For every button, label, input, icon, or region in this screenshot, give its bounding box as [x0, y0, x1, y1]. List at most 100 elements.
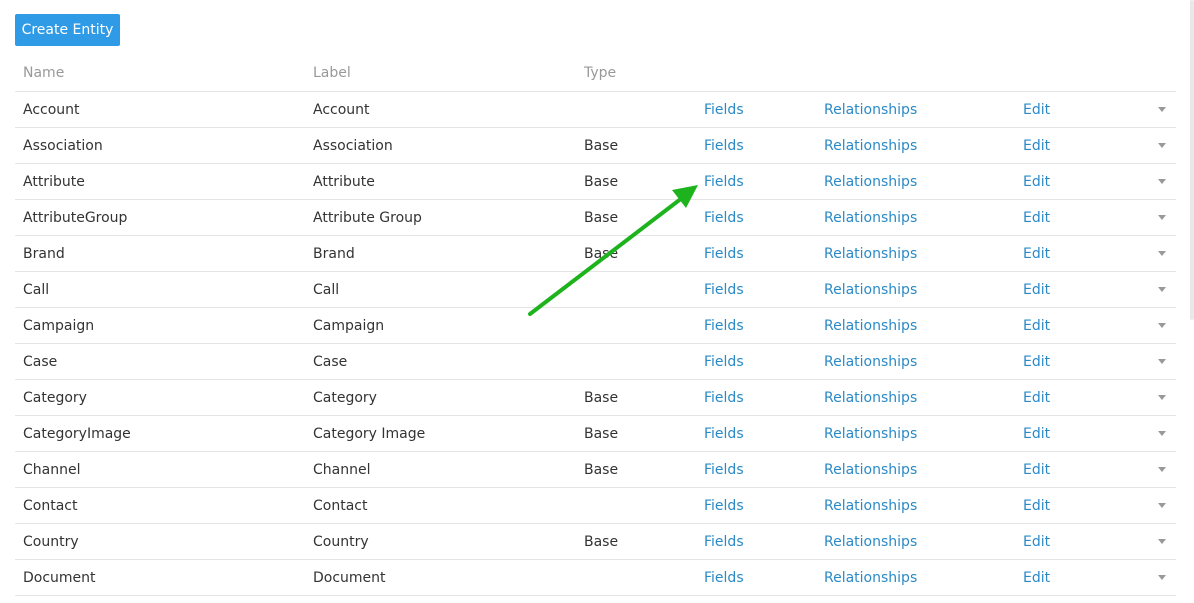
entity-name: Channel [23, 462, 81, 478]
row-dropdown-caret-icon[interactable] [1158, 359, 1166, 364]
entity-label: Category Image [313, 426, 426, 442]
relationships-link[interactable]: Relationships [824, 200, 917, 236]
edit-link[interactable]: Edit [1023, 164, 1050, 200]
scrollbar[interactable] [1190, 0, 1194, 320]
fields-link[interactable]: Fields [704, 488, 744, 524]
row-dropdown-caret-icon[interactable] [1158, 467, 1166, 472]
table-row: Campaign Campaign Fields Relationships Edit [15, 308, 1176, 344]
entity-name: Country [23, 534, 79, 550]
column-header-name[interactable]: Name [23, 56, 64, 91]
edit-link[interactable]: Edit [1023, 452, 1050, 488]
row-dropdown-caret-icon[interactable] [1158, 143, 1166, 148]
table-body: Account Account Fields Relationships Edit Ass… [15, 92, 1176, 596]
table-row: Document Document Fields Relationships Edit [15, 560, 1176, 596]
row-dropdown-caret-icon[interactable] [1158, 431, 1166, 436]
relationships-link[interactable]: Relationships [824, 560, 917, 596]
relationships-link[interactable]: Relationships [824, 344, 917, 380]
table-row: Call Call Fields Relationships Edit [15, 272, 1176, 308]
edit-link[interactable]: Edit [1023, 236, 1050, 272]
relationships-link[interactable]: Relationships [824, 128, 917, 164]
relationships-link[interactable]: Relationships [824, 488, 917, 524]
entity-name: Category [23, 390, 87, 406]
fields-link[interactable]: Fields [704, 416, 744, 452]
fields-link[interactable]: Fields [704, 92, 744, 128]
edit-link[interactable]: Edit [1023, 560, 1050, 596]
row-dropdown-caret-icon[interactable] [1158, 539, 1166, 544]
entity-name: Contact [23, 498, 78, 514]
row-dropdown-caret-icon[interactable] [1158, 287, 1166, 292]
table-row: Contact Contact Fields Relationships Edit [15, 488, 1176, 524]
entity-type: Base [584, 138, 619, 154]
edit-link[interactable]: Edit [1023, 380, 1050, 416]
entity-name: Case [23, 354, 58, 370]
entity-name: Call [23, 282, 50, 298]
entity-name: Document [23, 570, 96, 586]
entity-label: Contact [313, 498, 368, 514]
entity-type: Base [584, 174, 619, 190]
relationships-link[interactable]: Relationships [824, 92, 917, 128]
fields-link[interactable]: Fields [704, 344, 744, 380]
fields-link[interactable]: Fields [704, 272, 744, 308]
entity-label: Country [313, 534, 369, 550]
table-row: Case Case Fields Relationships Edit [15, 344, 1176, 380]
entity-name: Attribute [23, 174, 85, 190]
entity-type: Base [584, 462, 619, 478]
entity-label: Association [313, 138, 393, 154]
entity-type: Base [584, 534, 619, 550]
entity-type: Base [584, 210, 619, 226]
entity-name: CategoryImage [23, 426, 131, 442]
row-dropdown-caret-icon[interactable] [1158, 179, 1166, 184]
relationships-link[interactable]: Relationships [824, 524, 917, 560]
edit-link[interactable]: Edit [1023, 416, 1050, 452]
fields-link[interactable]: Fields [704, 560, 744, 596]
table-header: Name Label Type [15, 56, 1176, 92]
fields-link[interactable]: Fields [704, 164, 744, 200]
entity-label: Document [313, 570, 386, 586]
table-row: Association Association Base Fields Relation… [15, 128, 1176, 164]
entity-table: Name Label Type Account Account Fields Rela… [15, 56, 1176, 596]
column-header-label[interactable]: Label [313, 56, 351, 91]
entity-name: Campaign [23, 318, 95, 334]
entity-label: Attribute [313, 174, 375, 190]
fields-link[interactable]: Fields [704, 128, 744, 164]
relationships-link[interactable]: Relationships [824, 308, 917, 344]
entity-label: Category [313, 390, 377, 406]
row-dropdown-caret-icon[interactable] [1158, 215, 1166, 220]
entity-label: Attribute Group [313, 210, 422, 226]
edit-link[interactable]: Edit [1023, 488, 1050, 524]
create-entity-button[interactable]: Create Entity [15, 14, 120, 46]
fields-link[interactable]: Fields [704, 380, 744, 416]
relationships-link[interactable]: Relationships [824, 236, 917, 272]
relationships-link[interactable]: Relationships [824, 164, 917, 200]
relationships-link[interactable]: Relationships [824, 452, 917, 488]
edit-link[interactable]: Edit [1023, 200, 1050, 236]
row-dropdown-caret-icon[interactable] [1158, 323, 1166, 328]
fields-link[interactable]: Fields [704, 452, 744, 488]
fields-link[interactable]: Fields [704, 308, 744, 344]
column-header-type[interactable]: Type [584, 56, 616, 91]
edit-link[interactable]: Edit [1023, 92, 1050, 128]
entity-label: Account [313, 102, 370, 118]
fields-link[interactable]: Fields [704, 200, 744, 236]
table-row: Brand Brand Base Fields Relationships Edit [15, 236, 1176, 272]
edit-link[interactable]: Edit [1023, 344, 1050, 380]
row-dropdown-caret-icon[interactable] [1158, 107, 1166, 112]
row-dropdown-caret-icon[interactable] [1158, 503, 1166, 508]
table-row: Category Category Base Fields Relationships E… [15, 380, 1176, 416]
row-dropdown-caret-icon[interactable] [1158, 575, 1166, 580]
row-dropdown-caret-icon[interactable] [1158, 395, 1166, 400]
fields-link[interactable]: Fields [704, 236, 744, 272]
fields-link[interactable]: Fields [704, 524, 744, 560]
row-dropdown-caret-icon[interactable] [1158, 251, 1166, 256]
edit-link[interactable]: Edit [1023, 272, 1050, 308]
relationships-link[interactable]: Relationships [824, 416, 917, 452]
edit-link[interactable]: Edit [1023, 308, 1050, 344]
edit-link[interactable]: Edit [1023, 128, 1050, 164]
entity-name: Account [23, 102, 80, 118]
entity-label: Call [313, 282, 340, 298]
relationships-link[interactable]: Relationships [824, 272, 917, 308]
edit-link[interactable]: Edit [1023, 524, 1050, 560]
relationships-link[interactable]: Relationships [824, 380, 917, 416]
entity-name: Brand [23, 246, 65, 262]
entity-type: Base [584, 246, 619, 262]
